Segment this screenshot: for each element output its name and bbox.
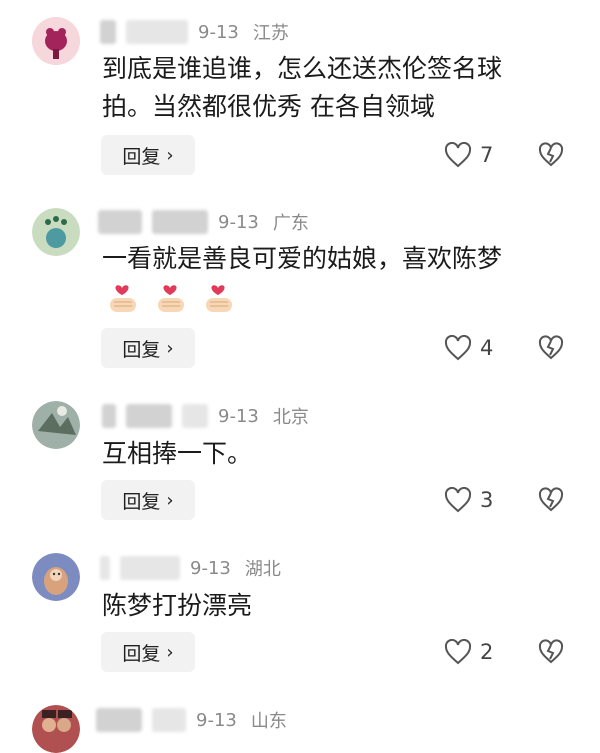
like-button[interactable]: 2 [444, 632, 493, 672]
finger-heart-emoji [158, 285, 184, 312]
reply-button[interactable]: 回复 › [101, 135, 195, 175]
comment-meta: 9-13 湖北 [100, 553, 295, 583]
username-blurred[interactable] [126, 404, 172, 428]
emoji-row [104, 280, 236, 316]
reply-label: 回复 [122, 338, 161, 361]
username-blurred[interactable] [100, 20, 116, 44]
chevron-right-icon: › [166, 144, 174, 166]
chevron-right-icon: › [166, 337, 174, 359]
dislike-button[interactable] [538, 487, 564, 513]
like-button[interactable]: 7 [444, 135, 493, 175]
comment-date: 9-13 [198, 21, 239, 43]
broken-heart-icon [538, 142, 564, 167]
username-blurred[interactable] [102, 404, 116, 428]
comment-date: 9-13 [218, 211, 259, 233]
avatar[interactable] [32, 208, 80, 256]
heart-outline-icon [444, 639, 472, 665]
avatar[interactable] [32, 401, 80, 449]
reply-button[interactable]: 回复 › [101, 328, 195, 368]
comment-text-line: 拍。当然都很优秀 在各自领域 [102, 92, 435, 121]
broken-heart-icon [538, 335, 564, 360]
dislike-button[interactable] [538, 142, 564, 168]
broken-heart-icon [538, 487, 564, 512]
broken-heart-icon [538, 639, 564, 664]
dislike-button[interactable] [538, 639, 564, 665]
username-blurred[interactable] [182, 404, 208, 428]
heart-outline-icon [444, 335, 472, 361]
avatar[interactable] [32, 17, 80, 65]
reply-button[interactable]: 回复 › [101, 480, 195, 520]
chevron-right-icon: › [166, 641, 174, 663]
dislike-button[interactable] [538, 335, 564, 361]
comment-meta: 9-13 山东 [96, 705, 301, 735]
comment-text-line: 陈梦打扮漂亮 [102, 591, 253, 620]
like-button[interactable]: 4 [444, 328, 493, 368]
username-blurred[interactable] [100, 556, 110, 580]
avatar[interactable] [32, 553, 80, 601]
chevron-right-icon: › [166, 489, 174, 511]
comment-date: 9-13 [196, 709, 237, 731]
finger-heart-emoji [110, 285, 136, 312]
avatar[interactable] [32, 705, 80, 753]
comment-text: 互相捧一下。 [102, 435, 572, 473]
comment-meta: 9-13 北京 [102, 401, 323, 431]
reply-button[interactable]: 回复 › [101, 632, 195, 672]
comment-location: 山东 [250, 711, 287, 732]
reply-label: 回复 [122, 490, 161, 513]
comment-meta: 9-13 广东 [98, 207, 323, 237]
finger-heart-emoji [206, 285, 232, 312]
comment-meta: 9-13 江苏 [100, 17, 303, 47]
username-blurred[interactable] [96, 708, 142, 732]
username-blurred[interactable] [120, 556, 180, 580]
like-count: 4 [480, 336, 494, 360]
comment-location: 江苏 [252, 23, 289, 44]
comment-text-line: 到底是谁追谁，怎么还送杰伦签名球 [102, 54, 503, 83]
comment-date: 9-13 [218, 405, 259, 427]
comment-text: 陈梦打扮漂亮 [102, 587, 572, 625]
comment-text: 到底是谁追谁，怎么还送杰伦签名球 拍。当然都很优秀 在各自领域 [102, 50, 572, 126]
comment-location: 广东 [272, 213, 309, 234]
comment-text-line: 一看就是善良可爱的姑娘，喜欢陈梦 [102, 244, 503, 273]
reply-label: 回复 [122, 145, 161, 168]
like-button[interactable]: 3 [444, 480, 493, 520]
comment-text-line: 互相捧一下。 [102, 439, 253, 468]
username-blurred[interactable] [98, 210, 142, 234]
username-blurred[interactable] [126, 20, 188, 44]
comment-date: 9-13 [190, 557, 231, 579]
reply-label: 回复 [122, 642, 161, 665]
username-blurred[interactable] [152, 210, 208, 234]
comment-text: 一看就是善良可爱的姑娘，喜欢陈梦 [102, 240, 572, 278]
like-count: 2 [480, 640, 494, 664]
heart-outline-icon [444, 487, 472, 513]
like-count: 7 [480, 143, 494, 167]
comment-location: 湖北 [244, 559, 281, 580]
comment-location: 北京 [272, 407, 309, 428]
like-count: 3 [480, 488, 494, 512]
username-blurred[interactable] [152, 708, 186, 732]
heart-outline-icon [444, 142, 472, 168]
